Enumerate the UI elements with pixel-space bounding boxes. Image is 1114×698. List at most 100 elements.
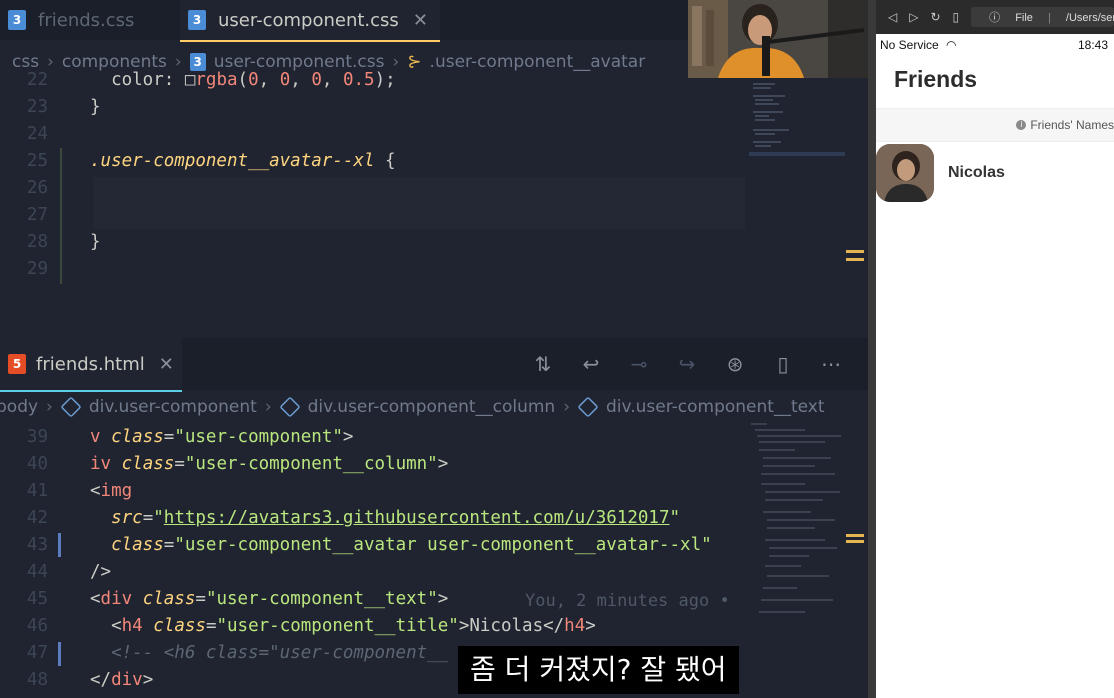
code-line[interactable]: 29	[0, 256, 860, 283]
minimap[interactable]	[745, 78, 855, 168]
tab-user-component-css[interactable]: 3 user-component.css ✕	[180, 0, 440, 42]
editor-actions: ⇅ ↩ ⊸ ↪ ⊛ ▯ ⋯	[530, 338, 844, 390]
line-number: 39	[26, 427, 48, 447]
line-number: 41	[26, 481, 48, 501]
url-scheme: File	[1015, 12, 1033, 24]
list-item[interactable]: Nicolas	[876, 142, 1114, 204]
code-line[interactable]: 23}	[0, 94, 860, 121]
address-bar[interactable]: ⓘ File | /Users/serranoarevalo	[971, 7, 1114, 27]
close-icon[interactable]: ✕	[413, 10, 428, 31]
code-editor: 3 friends.css 3 user-component.css ✕ css…	[0, 0, 868, 698]
code-text: <img	[90, 481, 133, 501]
section-label: Friends' Names	[1030, 118, 1114, 132]
scroll-marker	[846, 258, 864, 261]
chevron-right-icon: ›	[264, 397, 272, 417]
line-number: 24	[26, 124, 48, 144]
line-number: 27	[26, 205, 48, 225]
code-line[interactable]: 40 iv class="user-component__column">	[0, 451, 860, 478]
forward-icon[interactable]: ▷	[909, 10, 918, 24]
chevron-right-icon: ›	[563, 397, 570, 417]
minimap[interactable]	[745, 420, 855, 630]
compare-changes-icon[interactable]: ⇅	[530, 352, 556, 376]
avatar	[876, 144, 934, 202]
chevron-right-icon: ›	[46, 397, 53, 417]
line-number: 40	[26, 454, 48, 474]
more-actions-icon[interactable]: ⋯	[818, 352, 844, 376]
code-text: color: □rgba(0, 0, 0, 0.5);	[111, 70, 396, 90]
code-text: src="https://avatars3.githubusercontent.…	[111, 508, 681, 528]
section-header: i Friends' Names	[876, 108, 1114, 142]
code-line[interactable]: 39 v class="user-component">	[0, 424, 860, 451]
scroll-marker	[846, 540, 864, 543]
next-change-icon[interactable]: ↪	[674, 352, 700, 376]
previous-change-icon[interactable]: ↩	[578, 352, 604, 376]
line-number: 45	[26, 589, 48, 609]
line-number: 47	[26, 643, 48, 663]
reload-icon[interactable]: ↻	[930, 10, 940, 24]
close-icon[interactable]: ✕	[159, 354, 174, 375]
friend-name: Nicolas	[948, 164, 1005, 181]
code-line[interactable]: 42 src="https://avatars3.githubuserconte…	[0, 505, 860, 532]
code-line[interactable]: 25 .user-component__avatar--xl {	[0, 148, 860, 175]
element-icon	[279, 396, 301, 418]
split-editor-icon[interactable]: ▯	[770, 352, 796, 376]
line-number: 25	[26, 151, 48, 171]
line-number: 44	[26, 562, 48, 582]
code-text: </div>	[90, 670, 154, 690]
line-number: 29	[26, 259, 48, 279]
line-number: 42	[26, 508, 48, 528]
line-number: 48	[26, 670, 48, 690]
tab-friends-html[interactable]: 5 friends.html ✕	[0, 338, 182, 392]
back-icon[interactable]: ◁	[888, 10, 897, 24]
line-number: 26	[26, 178, 48, 198]
css-file-icon: 3	[188, 10, 206, 30]
html-file-icon: 5	[8, 354, 26, 374]
code-text: class="user-component__avatar user-compo…	[111, 535, 712, 555]
browser-window: ◁ ▷ ↻ ▯ ⓘ File | /Users/serranoarevalo N…	[868, 0, 1114, 698]
code-text: v class="user-component">	[90, 427, 354, 447]
element-icon	[60, 396, 82, 418]
current-line-highlight	[94, 177, 745, 229]
tab-friends-css[interactable]: 3 friends.css	[0, 0, 174, 40]
git-commit-icon[interactable]: ⊸	[626, 352, 652, 376]
breadcrumb-item[interactable]: body	[0, 397, 38, 417]
css-file-icon: 3	[8, 10, 26, 30]
tab-label: friends.html	[36, 353, 145, 375]
line-number: 43	[26, 535, 48, 555]
line-number: 22	[26, 70, 48, 90]
tab-label: friends.css	[38, 9, 135, 31]
phone-status-bar: No Service ◠ 18:43	[876, 36, 1114, 54]
url-text: /Users/serranoarevalo	[1065, 12, 1114, 24]
info-icon: i	[1016, 120, 1027, 130]
code-line[interactable]: 44 />	[0, 559, 860, 586]
git-gutter-marker	[58, 533, 61, 557]
code-text: }	[90, 232, 101, 252]
breadcrumb-item[interactable]: div.user-component	[89, 397, 257, 417]
carrier-label: No Service	[880, 38, 939, 52]
code-line[interactable]: 41 <img	[0, 478, 860, 505]
bottom-tab-bar: 5 friends.html ✕ ⇅ ↩ ⊸ ↪ ⊛ ▯ ⋯	[0, 338, 868, 392]
line-number: 28	[26, 232, 48, 252]
tab-label: user-component.css	[218, 9, 399, 31]
video-subtitle: 좀 더 커졌지? 잘 됐어	[458, 646, 739, 694]
git-gutter-marker	[58, 642, 61, 666]
code-line[interactable]: 46 <h4 class="user-component__title">Nic…	[0, 613, 860, 640]
git-blame-annotation: You, 2 minutes ago •	[525, 591, 730, 611]
git-lens-icon[interactable]: ⊛	[722, 352, 748, 376]
code-line[interactable]: 45 <div class="user-component__text">	[0, 586, 860, 613]
bookmark-icon[interactable]: ▯	[953, 10, 960, 24]
code-text: <!-- <h6 class="user-component__	[111, 643, 449, 663]
breadcrumb: body › div.user-component › div.user-com…	[0, 392, 825, 422]
code-line[interactable]: 24	[0, 121, 860, 148]
webcam-overlay	[688, 0, 868, 78]
code-line[interactable]: 43 class="user-component__avatar user-co…	[0, 532, 860, 559]
code-line[interactable]: 28}	[0, 229, 860, 256]
scroll-marker	[846, 534, 864, 537]
breadcrumb-item[interactable]: div.user-component__text	[606, 397, 825, 417]
clock: 18:43	[1077, 38, 1108, 52]
code-text: />	[90, 562, 112, 582]
info-icon: ⓘ	[989, 12, 1001, 24]
code-text: <div class="user-component__text">	[90, 589, 449, 609]
browser-toolbar: ◁ ▷ ↻ ▯ ⓘ File | /Users/serranoarevalo	[876, 0, 1114, 34]
breadcrumb-item[interactable]: div.user-component__column	[308, 397, 556, 417]
